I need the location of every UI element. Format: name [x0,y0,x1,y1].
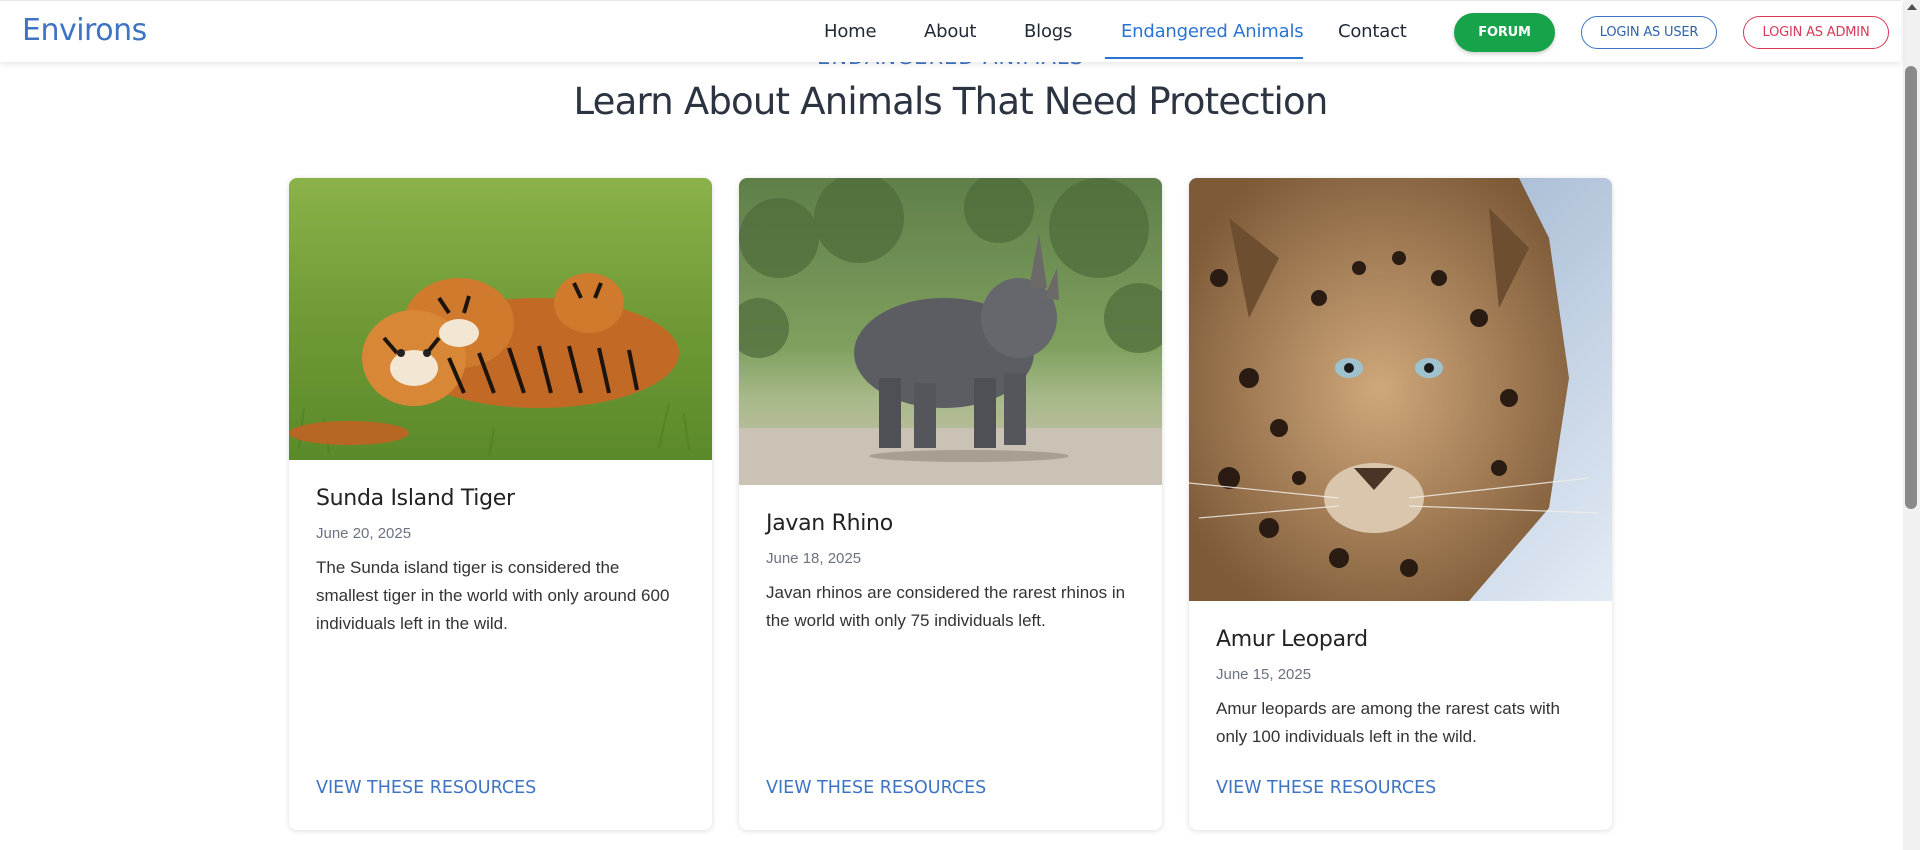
card-body: Amur Leopard June 15, 2025 Amur leopards… [1216,627,1585,751]
rhino-photo [739,178,1162,485]
animal-card-tiger: Sunda Island Tiger June 20, 2025 The Sun… [289,178,712,830]
active-nav-underline [1105,57,1303,59]
card-date: June 18, 2025 [766,550,862,567]
scroll-thumb[interactable] [1905,66,1917,509]
card-body: Sunda Island Tiger June 20, 2025 The Sun… [316,486,685,638]
animal-card-leopard: Amur Leopard June 15, 2025 Amur leopards… [1189,178,1612,830]
view-resources-link-leopard[interactable]: VIEW THESE RESOURCES [1216,778,1436,798]
card-description: Javan rhinos are considered the rarest r… [766,583,1126,630]
login-admin-button[interactable]: LOGIN AS ADMIN [1743,16,1889,49]
nav-home[interactable]: Home [824,21,877,42]
card-title: Sunda Island Tiger [316,486,515,511]
login-user-button[interactable]: LOGIN AS USER [1581,16,1717,49]
card-title: Javan Rhino [766,511,893,536]
nav-blogs[interactable]: Blogs [1024,21,1072,42]
card-description: The Sunda island tiger is considered the… [316,558,670,633]
leopard-photo [1189,178,1612,601]
card-body: Javan Rhino June 18, 2025 Javan rhinos a… [766,511,1135,635]
brand-logo[interactable]: Environs [22,13,147,48]
view-resources-link-rhino[interactable]: VIEW THESE RESOURCES [766,778,986,798]
view-resources-link-tiger[interactable]: VIEW THESE RESOURCES [316,778,536,798]
nav-endangered-animals[interactable]: Endangered Animals [1121,21,1304,42]
card-date: June 15, 2025 [1216,666,1312,683]
top-navbar: Environs Home About Blogs Endangered Ani… [0,0,1901,62]
nav-contact[interactable]: Contact [1338,21,1407,42]
scroll-up-arrow-icon[interactable] [1907,4,1917,10]
card-title: Amur Leopard [1216,627,1368,652]
section-title: Learn About Animals That Need Protection [573,80,1328,123]
card-date: June 20, 2025 [316,525,412,542]
animal-card-rhino: Javan Rhino June 18, 2025 Javan rhinos a… [739,178,1162,830]
page-scrollbar[interactable] [1903,0,1920,850]
nav-about[interactable]: About [924,21,976,42]
card-description: Amur leopards are among the rarest cats … [1216,699,1560,746]
tiger-photo [289,178,712,460]
forum-button[interactable]: FORUM [1454,13,1555,52]
